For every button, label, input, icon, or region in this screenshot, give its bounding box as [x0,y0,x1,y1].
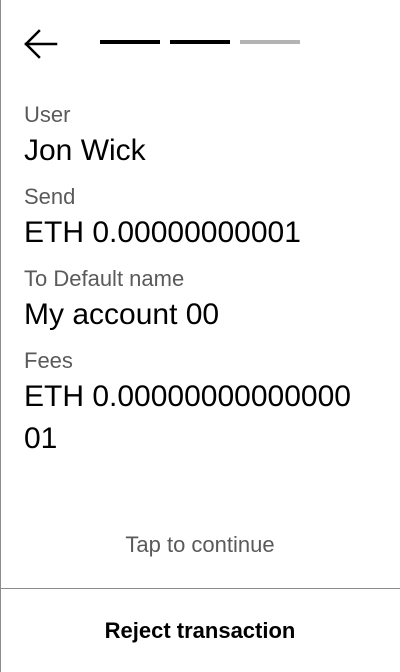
fees-label: Fees [24,348,73,373]
screen-edge [0,0,1,672]
back-button[interactable] [18,26,62,62]
step-progress-indicator [100,40,300,44]
send-amount: ETH 0.00000000001 [24,216,301,249]
recipient-label: To Default name [24,266,185,291]
arrow-left-icon [24,29,58,59]
user-value: Jon Wick [24,134,146,167]
transaction-details: User Jon Wick Send ETH 0.00000000001 To … [24,100,380,470]
progress-step-3 [240,40,300,44]
reject-transaction-button[interactable]: Reject transaction [0,589,400,672]
recipient-account: My account 00 [24,298,220,331]
progress-step-2 [170,40,230,44]
send-label: Send [24,184,76,209]
tap-to-continue-button[interactable]: Tap to continue [0,532,400,558]
progress-step-1 [100,40,160,44]
user-label: User [24,102,71,127]
fees-amount: ETH 0.0000000000000001 [24,380,351,455]
